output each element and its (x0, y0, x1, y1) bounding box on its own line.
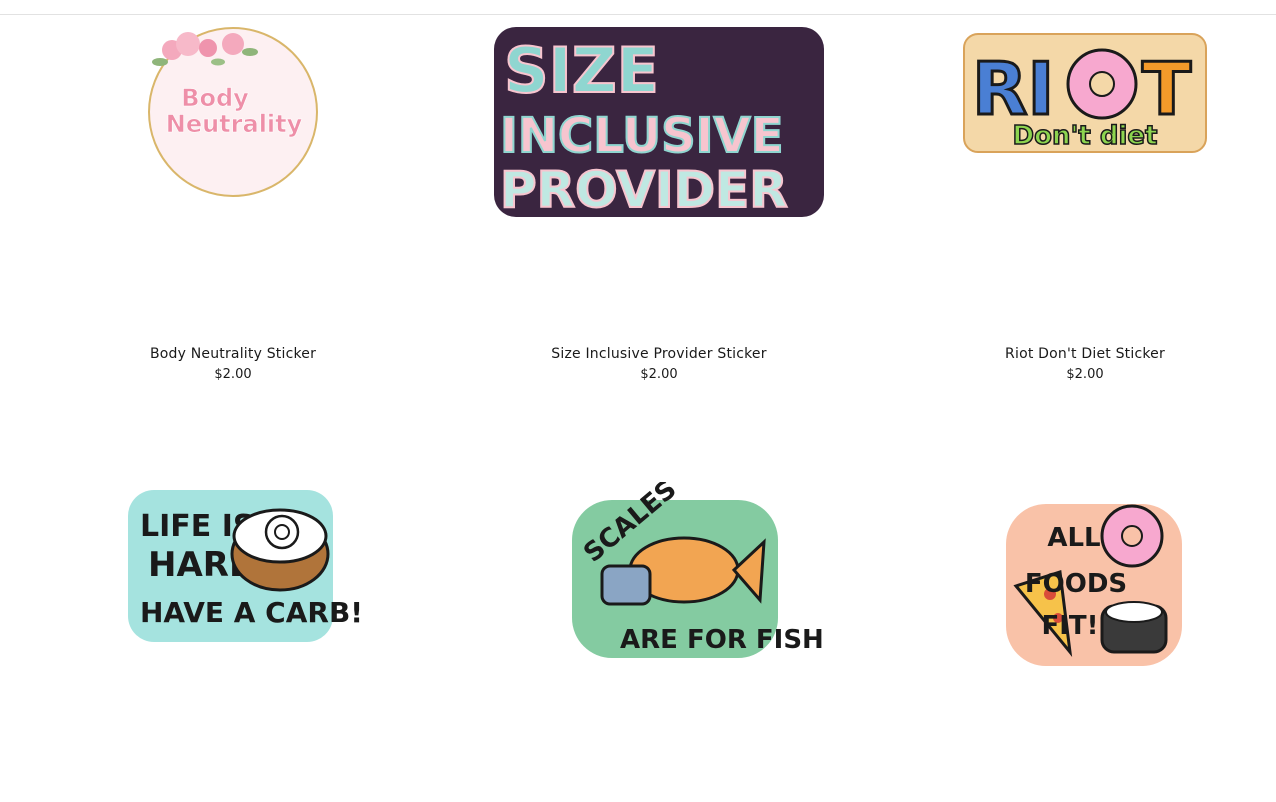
sticker-text-riot-letters: RI (972, 47, 1054, 131)
sticker-text-line-1: ALL (1047, 523, 1100, 553)
top-divider (0, 14, 1276, 15)
sticker-text-line-2: FOODS (1025, 569, 1127, 599)
sticker-text-line-1: SIZE (504, 34, 659, 107)
sticker-text-dont-diet: Don't diet (1013, 121, 1158, 151)
product-title[interactable]: Size Inclusive Provider Sticker (494, 346, 824, 362)
product-title[interactable]: Body Neutrality Sticker (68, 346, 398, 362)
product-price: $2.00 (640, 367, 678, 382)
product-image-scales-are-for-fish[interactable]: SCALES ARE FOR FISH (494, 482, 824, 802)
sticker-text-line-2: Neutrality (166, 110, 303, 138)
sticker-text-line-2: INCLUSIVE (500, 108, 783, 164)
product-image-riot-dont-diet[interactable]: RI T Don't diet (920, 22, 1250, 342)
sticker-text-line-1: Body (181, 84, 249, 112)
product-price: $2.00 (214, 367, 252, 382)
sticker-text-line-3: FIT! (1041, 611, 1098, 641)
product-image-all-foods-fit[interactable]: ALL FOODS FIT! (920, 482, 1250, 802)
product-title[interactable]: Riot Don't Diet Sticker (920, 346, 1250, 362)
product-image-size-inclusive-provider[interactable]: SIZE INCLUSIVE PROVIDER (494, 22, 824, 342)
product-image-body-neutrality[interactable]: Body Neutrality (68, 22, 398, 342)
sticker-text-line-3: HAVE A CARB! (140, 596, 363, 629)
sticker-text-line-2: ARE FOR FISH (620, 625, 824, 655)
scale-icon (600, 564, 652, 606)
sticker-text-line-3: PROVIDER (500, 161, 788, 219)
product-image-life-is-hard[interactable]: LIFE IS HARD, HAVE A CARB! (68, 482, 398, 802)
sticker-text-riot-t: T (1142, 47, 1191, 131)
product-price: $2.00 (1066, 367, 1104, 382)
